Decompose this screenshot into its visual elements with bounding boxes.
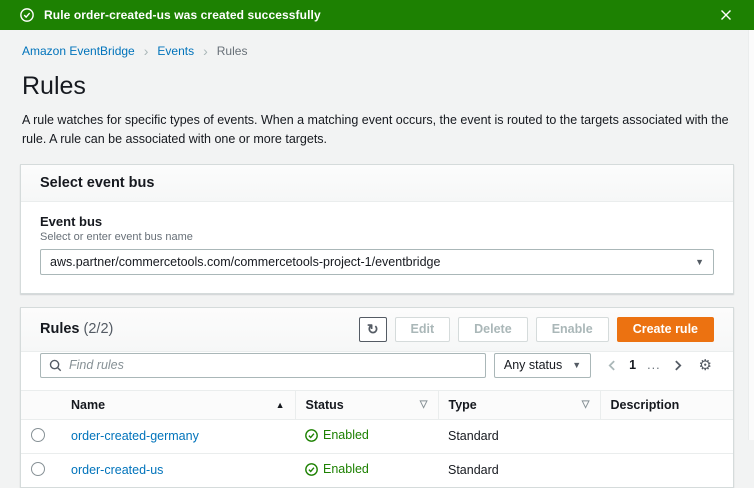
- success-banner: Rule order-created-us was created succes…: [0, 0, 754, 30]
- enable-button[interactable]: Enable: [536, 317, 609, 342]
- event-bus-select[interactable]: aws.partner/commercetools.com/commerceto…: [40, 249, 714, 275]
- sort-inactive-icon[interactable]: ▽: [582, 399, 590, 410]
- search-icon: [49, 359, 62, 372]
- event-bus-panel-title: Select event bus: [40, 175, 154, 191]
- event-bus-field-hint: Select or enter event bus name: [40, 231, 714, 243]
- event-bus-field-label: Event bus: [40, 214, 714, 229]
- column-header-type[interactable]: Type ▽: [438, 390, 600, 419]
- next-page-icon[interactable]: [672, 360, 683, 371]
- rule-type: Standard: [438, 453, 600, 487]
- event-bus-panel-header: Select event bus: [21, 165, 733, 202]
- status-filter-dropdown[interactable]: Any status ▼: [494, 353, 591, 378]
- page-title: Rules: [22, 72, 734, 101]
- chevron-down-icon: ▼: [572, 360, 581, 370]
- rule-name-link[interactable]: order-created-us: [71, 463, 163, 477]
- status-badge: Enabled: [305, 462, 369, 476]
- breadcrumb-events[interactable]: Events: [157, 44, 194, 58]
- delete-button[interactable]: Delete: [458, 317, 528, 342]
- rules-table: Name ▲ Status ▽ Type ▽: [21, 390, 733, 487]
- previous-page-icon[interactable]: [607, 360, 618, 371]
- scrollbar-track[interactable]: [748, 30, 754, 440]
- select-all-header: [21, 390, 61, 419]
- status-filter-value: Any status: [504, 358, 562, 372]
- table-row: order-created-germany Enabled Standard: [21, 419, 733, 453]
- search-input[interactable]: [69, 358, 477, 372]
- edit-button[interactable]: Edit: [395, 317, 451, 342]
- pagination: 1 ...: [607, 358, 682, 372]
- rules-panel: Rules (2/2) ↻ Edit Delete Enable Create …: [20, 307, 734, 488]
- settings-button[interactable]: ⚙: [697, 356, 714, 375]
- row-radio-button[interactable]: [31, 462, 45, 476]
- rule-name-link[interactable]: order-created-germany: [71, 429, 199, 443]
- sort-ascending-icon[interactable]: ▲: [276, 400, 285, 410]
- table-row: order-created-us Enabled Standard: [21, 453, 733, 487]
- success-banner-message: Rule order-created-us was created succes…: [44, 8, 321, 22]
- rule-type: Standard: [438, 419, 600, 453]
- rule-description: [600, 419, 733, 453]
- refresh-icon: ↻: [367, 321, 379, 338]
- rules-count: (2/2): [84, 321, 114, 337]
- table-header-row: Name ▲ Status ▽ Type ▽: [21, 390, 733, 419]
- page-number[interactable]: 1: [629, 358, 636, 372]
- column-header-description[interactable]: Description: [600, 390, 733, 419]
- rules-filter-row: Any status ▼ 1 ... ⚙: [21, 352, 733, 390]
- rules-panel-title: Rules (2/2): [40, 321, 113, 337]
- column-header-name[interactable]: Name ▲: [61, 390, 295, 419]
- sort-inactive-icon[interactable]: ▽: [420, 399, 428, 410]
- chevron-right-icon: ›: [203, 46, 208, 56]
- breadcrumb-rules: Rules: [217, 44, 248, 58]
- gear-icon: ⚙: [699, 357, 712, 374]
- create-rule-button[interactable]: Create rule: [617, 317, 714, 342]
- page-description: A rule watches for specific types of eve…: [22, 111, 732, 150]
- breadcrumb: Amazon EventBridge › Events › Rules: [20, 30, 734, 64]
- rule-description: [600, 453, 733, 487]
- rules-panel-header: Rules (2/2) ↻ Edit Delete Enable Create …: [21, 308, 733, 352]
- breadcrumb-eventbridge[interactable]: Amazon EventBridge: [22, 44, 135, 58]
- column-header-status[interactable]: Status ▽: [295, 390, 438, 419]
- select-event-bus-panel: Select event bus Event bus Select or ent…: [20, 164, 734, 294]
- refresh-button[interactable]: ↻: [359, 317, 387, 342]
- success-check-icon: [20, 8, 34, 22]
- find-rules-search[interactable]: [40, 353, 486, 378]
- event-bus-selected-value: aws.partner/commercetools.com/commerceto…: [50, 255, 440, 269]
- chevron-right-icon: ›: [144, 46, 149, 56]
- main-content: Amazon EventBridge › Events › Rules Rule…: [0, 30, 754, 488]
- close-icon[interactable]: [718, 7, 734, 23]
- chevron-down-icon: ▼: [695, 257, 704, 267]
- pagination-ellipsis: ...: [647, 358, 660, 372]
- enabled-check-icon: [305, 463, 318, 476]
